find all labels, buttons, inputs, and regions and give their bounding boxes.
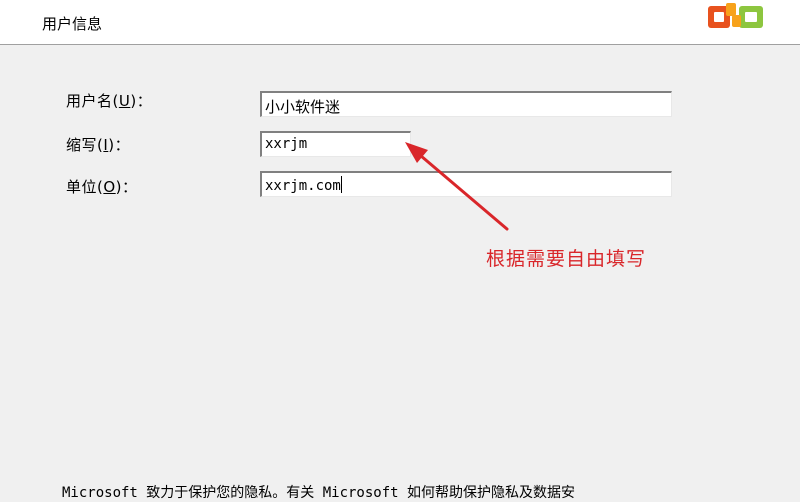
privacy-notice: Microsoft 致力于保护您的隐私。有关 Microsoft 如何帮助保护隐…	[62, 485, 576, 501]
annotation-text: 根据需要自由填写	[486, 248, 647, 270]
annotation-arrow	[405, 142, 509, 231]
